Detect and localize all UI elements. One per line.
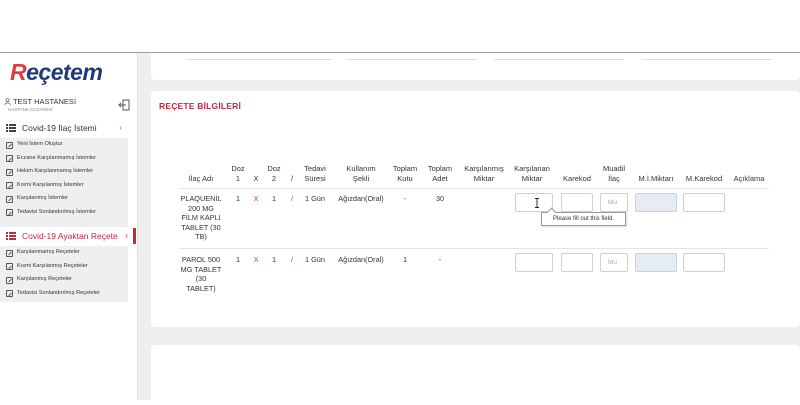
header-divider	[179, 188, 769, 189]
divider	[641, 59, 771, 60]
col-doz1: Doz 1	[231, 164, 245, 183]
col-karsilanmis-miktar: Karşılanmış Miktar	[464, 164, 504, 183]
row2-toplam-adet: -	[438, 255, 442, 264]
menu-covid-ayaktan-recete[interactable]: Covid-19 Ayaktan Reçete ‹	[0, 228, 136, 244]
hospital-info: TEST HASTANESİ HASTANE ECZANESİ	[4, 97, 136, 119]
row2-tedavi: 1 Gün	[305, 255, 325, 264]
active-indicator	[133, 228, 136, 244]
bottom-card	[151, 345, 800, 405]
row2-karekod-input[interactable]	[561, 253, 593, 272]
row1-doz2: 1	[271, 194, 277, 203]
chevron-left-icon: ‹	[125, 231, 128, 240]
divider	[346, 59, 476, 60]
validation-tooltip: Please fill out this field.	[541, 212, 626, 226]
edit-icon	[6, 141, 13, 149]
row2-karsilanan-input[interactable]	[515, 253, 553, 272]
text-cursor-icon	[535, 198, 539, 208]
divider	[186, 59, 331, 60]
row2-doz2: 1	[271, 255, 277, 264]
col-ilac-adi: İlaç Adı	[188, 174, 214, 183]
sidebar: Reçetem TEST HASTANESİ HASTANE ECZANESİ …	[0, 53, 138, 400]
divider	[494, 59, 624, 60]
col-slash: /	[290, 174, 294, 183]
row1-m-karekod-input[interactable]	[683, 193, 725, 212]
menu-label: Covid-19 Ayaktan Reçete	[22, 231, 118, 241]
edit-icon	[6, 182, 13, 189]
row2-ilac-adi: PAROL 500 MG TABLET (30 TABLET)	[180, 255, 222, 293]
logout-icon[interactable]	[118, 99, 130, 111]
row1-slash: /	[290, 194, 294, 203]
col-doz2: Doz 2	[267, 164, 281, 183]
submenu-ayaktan-recete: Karşılanmamış Reçeteler Kısmi Karşılanmı…	[0, 246, 128, 302]
submenu-item[interactable]: Kısmi Karşılanmış Reçeteler	[0, 260, 128, 274]
row2-doz1: 1	[235, 255, 241, 264]
menu-covid-ilac-istemi[interactable]: Covid-19 İlaç İstemi ‹	[0, 120, 136, 136]
submenu-ilac-istemi: Yeni İstem Oluştur Eczane Karşılanmamış …	[0, 138, 128, 227]
row1-mi-miktari-input	[635, 193, 677, 212]
col-kullanim-sekli: Kullanım Şekli	[346, 164, 376, 183]
submenu-item[interactable]: Kısmi Karşılanmış İstemler	[0, 179, 128, 193]
row-divider	[179, 248, 769, 249]
app-logo[interactable]: Reçetem	[10, 59, 103, 86]
edit-icon	[6, 290, 13, 297]
user-icon	[4, 98, 11, 106]
row1-karekod-input[interactable]	[561, 193, 593, 212]
submenu-item[interactable]: Karşılanmış İstemler	[0, 192, 128, 206]
menu-label: Covid-19 İlaç İstemi	[22, 123, 97, 133]
col-toplam-adet: Toplam Adet	[427, 164, 453, 183]
chevron-left-icon: ‹	[119, 123, 122, 132]
row1-x: X	[253, 194, 259, 203]
col-tedavi-suresi: Tedavi Süresi	[304, 164, 326, 183]
row1-doz1: 1	[235, 194, 241, 203]
edit-icon	[6, 209, 13, 216]
row1-toplam-adet: 30	[435, 194, 445, 203]
list-icon	[6, 232, 16, 240]
row2-muadil-input[interactable]: Mu	[600, 253, 628, 272]
edit-icon	[6, 195, 13, 203]
col-m-karekod: M.Karekod	[685, 174, 723, 183]
col-mi-miktari: M.İ.Miktarı	[638, 174, 674, 183]
submenu-item[interactable]: Karşılanmamış Reçeteler	[0, 246, 128, 260]
main-content: REÇETE BİLGİLERİ İlaç Adı Doz 1 X Doz 2 …	[138, 53, 800, 405]
row2-m-karekod-input[interactable]	[683, 253, 725, 272]
edit-icon	[6, 168, 13, 176]
col-muadil-ilac: Muadil İlaç	[602, 164, 626, 183]
row1-muadil-input[interactable]: Mu	[600, 193, 628, 212]
recete-bilgileri-card: REÇETE BİLGİLERİ İlaç Adı Doz 1 X Doz 2 …	[151, 91, 800, 327]
submenu-item[interactable]: Tedavisi Sonlandırılmış İstemler	[0, 206, 128, 220]
hospital-subtitle: HASTANE ECZANESİ	[8, 107, 53, 112]
row2-mi-miktari-input	[635, 253, 677, 272]
top-card	[151, 53, 800, 80]
submenu-item[interactable]: Hekim Karşılanmamış İstemler	[0, 165, 128, 179]
col-aciklama: Açıklama	[733, 174, 765, 183]
col-karekod: Karekod	[563, 174, 591, 183]
row2-x: X	[253, 255, 259, 264]
row2-kullanim: Ağızdan(Oral)	[338, 255, 384, 264]
row1-toplam-kutu: -	[403, 194, 407, 203]
row1-kullanim: Ağızdan(Oral)	[338, 194, 384, 203]
row1-tedavi: 1 Gün	[305, 194, 325, 203]
edit-icon	[6, 263, 13, 270]
submenu-item[interactable]: Karşılanmış Reçeteler	[0, 273, 128, 287]
col-x: X	[253, 174, 259, 183]
row2-slash: /	[290, 255, 294, 264]
list-icon	[6, 124, 16, 132]
edit-icon	[6, 155, 13, 162]
row2-toplam-kutu: 1	[402, 255, 408, 264]
section-title: REÇETE BİLGİLERİ	[159, 101, 242, 111]
edit-icon	[6, 276, 13, 284]
submenu-item[interactable]: Tedavisi Sonlandırılmış Reçeteler	[0, 287, 128, 301]
col-karsilanan-miktar: Karşılanan Miktar	[514, 164, 550, 183]
edit-icon	[6, 249, 13, 257]
hospital-name: TEST HASTANESİ	[4, 97, 76, 106]
col-toplam-kutu: Toplam Kutu	[392, 164, 418, 183]
row1-ilac-adi: PLAQUENİL 200 MG FİLM KAPLI TABLET (30 T…	[180, 194, 222, 241]
submenu-item[interactable]: Yeni İstem Oluştur	[0, 138, 128, 152]
submenu-item[interactable]: Eczane Karşılanmamış İstemler	[0, 152, 128, 166]
